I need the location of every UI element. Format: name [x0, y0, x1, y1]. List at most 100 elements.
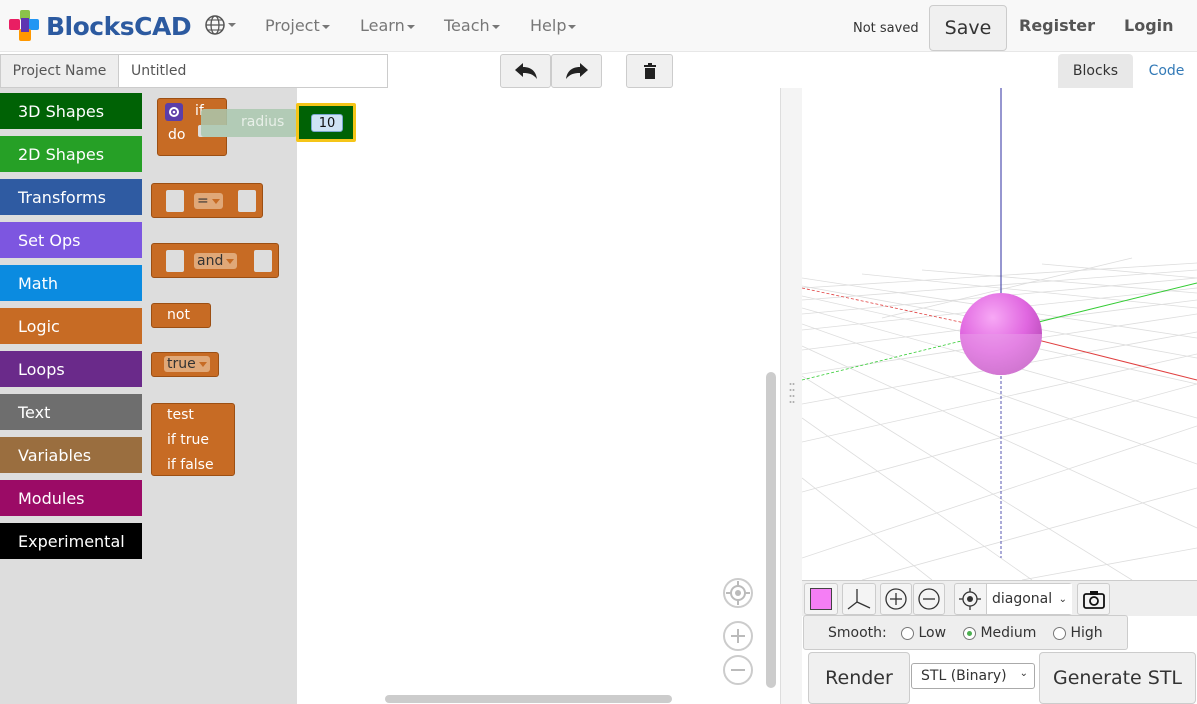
view-select[interactable]: diagonal ⌄ — [986, 584, 1072, 614]
trash-icon — [643, 63, 656, 79]
category-set-ops[interactable]: Set Ops — [0, 222, 142, 258]
not-label: not — [167, 307, 190, 323]
screenshot-button[interactable] — [1077, 583, 1110, 615]
compare-operator-dropdown[interactable]: = — [194, 193, 223, 209]
if-true-label: if true — [167, 432, 209, 448]
chevron-down-icon — [226, 258, 235, 264]
chevron-down-icon: ⌄ — [1058, 594, 1067, 605]
number-value-field[interactable]: 10 — [311, 114, 343, 132]
camera-icon — [1082, 591, 1105, 609]
language-menu[interactable] — [204, 14, 236, 36]
blockscad-logo-icon — [9, 10, 39, 41]
menu-project[interactable]: Project — [265, 16, 330, 35]
right-input-slot — [254, 250, 272, 272]
3d-viewer[interactable] — [802, 88, 1197, 580]
left-input-slot — [166, 190, 184, 212]
delete-button[interactable] — [626, 54, 673, 88]
boolean-value: true — [167, 356, 196, 372]
category-variables[interactable]: Variables — [0, 437, 142, 473]
undo-button[interactable] — [500, 54, 551, 88]
chevron-down-icon — [321, 24, 330, 29]
chevron-down-icon — [198, 361, 207, 367]
and-operator-label: and — [197, 253, 224, 269]
export-format-value: STL (Binary) — [921, 668, 1007, 684]
axes-icon — [847, 589, 871, 610]
category-loops[interactable]: Loops — [0, 351, 142, 387]
menu-teach-label: Teach — [444, 16, 490, 35]
viewer-zoom-out-button[interactable] — [913, 583, 945, 615]
right-input-slot — [238, 190, 256, 212]
color-swatch — [810, 588, 832, 610]
category-experimental[interactable]: Experimental — [0, 523, 142, 559]
save-button[interactable]: Save — [929, 5, 1007, 51]
chevron-down-icon — [406, 24, 415, 29]
toggle-axes-button[interactable] — [842, 583, 876, 615]
ternary-block[interactable]: test if true if false — [151, 403, 235, 476]
radio-medium[interactable] — [963, 626, 976, 640]
menu-teach[interactable]: Teach — [444, 16, 500, 35]
zoom-in-button[interactable] — [723, 621, 753, 651]
menu-learn[interactable]: Learn — [360, 16, 415, 35]
register-link[interactable]: Register — [1019, 16, 1095, 35]
zoom-out-button[interactable] — [723, 655, 753, 685]
radio-high[interactable] — [1053, 626, 1066, 640]
chevron-down-icon — [491, 24, 500, 29]
project-name-input[interactable]: Untitled — [118, 54, 388, 88]
render-button[interactable]: Render — [808, 652, 910, 704]
generate-stl-button[interactable]: Generate STL — [1039, 652, 1196, 704]
number-block[interactable]: 10 — [296, 103, 356, 142]
smooth-high-option[interactable]: High — [1053, 625, 1103, 641]
app-name: BlocksCAD — [46, 11, 192, 41]
category-modules[interactable]: Modules — [0, 480, 142, 516]
target-icon — [726, 581, 750, 605]
workspace-scrollbar-horizontal[interactable] — [385, 695, 672, 703]
project-name-label: Project Name — [0, 54, 119, 88]
smooth-low-option[interactable]: Low — [901, 625, 946, 641]
smooth-medium-option[interactable]: Medium — [963, 625, 1036, 641]
chevron-down-icon — [228, 23, 236, 27]
menu-help[interactable]: Help — [530, 16, 577, 35]
tab-code[interactable]: Code — [1136, 54, 1197, 88]
category-text[interactable]: Text — [0, 394, 142, 430]
workspace-scrollbar-vertical[interactable] — [766, 372, 776, 688]
category-3d-shapes[interactable]: 3D Shapes — [0, 93, 142, 129]
chevron-down-icon — [211, 198, 220, 204]
not-block[interactable]: not — [151, 303, 211, 328]
export-format-select[interactable]: STL (Binary) ⌄ — [911, 663, 1035, 689]
login-link[interactable]: Login — [1124, 16, 1174, 35]
view-select-group[interactable]: diagonal ⌄ — [954, 583, 1072, 615]
mutator-gear-icon[interactable] — [165, 103, 183, 121]
save-status: Not saved — [853, 21, 919, 36]
viewer-zoom-in-button[interactable] — [880, 583, 912, 615]
redo-button[interactable] — [551, 54, 602, 88]
chevron-down-icon: ⌄ — [1019, 668, 1028, 679]
test-label: test — [167, 407, 194, 423]
menu-learn-label: Learn — [360, 16, 405, 35]
radius-label: radius — [241, 114, 285, 130]
zoom-out-icon — [918, 588, 940, 610]
redo-icon — [565, 63, 588, 79]
tab-blocks[interactable]: Blocks — [1058, 54, 1133, 88]
category-logic[interactable]: Logic — [0, 308, 142, 344]
recenter-button[interactable] — [723, 578, 753, 608]
boolean-block[interactable]: true — [151, 352, 219, 377]
radius-variable-block[interactable]: radius — [201, 109, 297, 137]
navbar: BlocksCAD Project Learn Teach Help Not s… — [0, 0, 1197, 52]
panel-splitter[interactable] — [780, 88, 802, 704]
category-transforms[interactable]: Transforms — [0, 179, 142, 215]
color-picker-button[interactable] — [804, 583, 838, 615]
category-2d-shapes[interactable]: 2D Shapes — [0, 136, 142, 172]
smooth-medium-label: Medium — [980, 625, 1037, 641]
category-math[interactable]: Math — [0, 265, 142, 301]
and-operator-dropdown[interactable]: and — [194, 253, 238, 269]
app-logo[interactable]: BlocksCAD — [8, 8, 192, 44]
blockly-workspace[interactable]: 3D Shapes 2D Shapes Transforms Set Ops M… — [0, 88, 780, 704]
radio-low[interactable] — [901, 626, 914, 640]
compare-block[interactable]: = — [151, 183, 263, 218]
project-toolbar: Project Name Untitled Blocks Code — [0, 52, 1197, 88]
left-input-slot — [166, 250, 184, 272]
and-block[interactable]: and — [151, 243, 279, 278]
boolean-dropdown[interactable]: true — [164, 356, 210, 372]
drag-handle-icon — [789, 383, 795, 403]
if-false-label: if false — [167, 457, 214, 473]
